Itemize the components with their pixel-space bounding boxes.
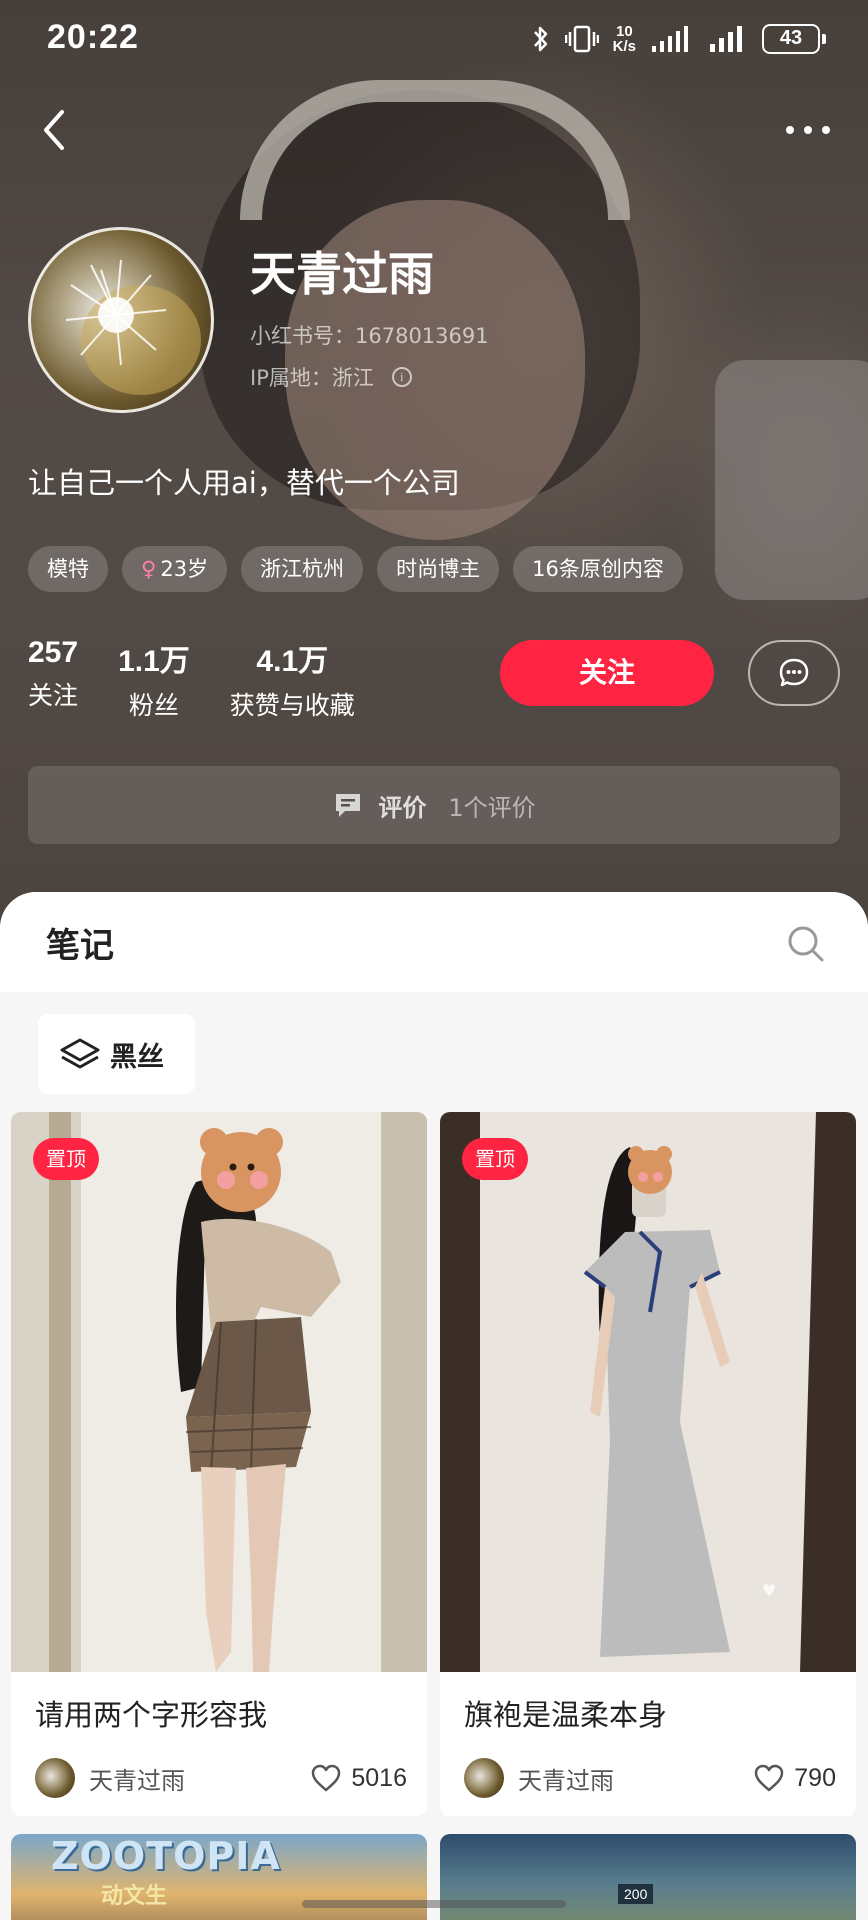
tag-age[interactable]: ♀ 23岁: [122, 546, 228, 592]
follow-button[interactable]: 关注: [500, 640, 714, 706]
tag-occupation[interactable]: 模特: [28, 546, 108, 592]
zootopia-logo: ZOOTOPIA: [51, 1834, 281, 1878]
red-id[interactable]: 小红书号：1678013691: [250, 320, 489, 350]
battery-indicator: 43: [762, 24, 826, 54]
notes-tab-bar: 笔记: [0, 892, 868, 992]
signal-icon: [652, 26, 688, 52]
search-icon: [788, 926, 824, 962]
back-button[interactable]: [32, 100, 82, 160]
author-avatar[interactable]: [464, 1758, 504, 1798]
search-button[interactable]: [784, 922, 828, 966]
avatar[interactable]: [28, 227, 214, 413]
layers-icon: [60, 1038, 100, 1069]
vibrate-icon: [564, 25, 599, 53]
pinned-badge: 置顶: [33, 1138, 99, 1180]
note-title: 请用两个字形容我: [35, 1698, 268, 1732]
author-name[interactable]: 天青过雨: [518, 1761, 752, 1796]
review-bar[interactable]: 评价 1个评价: [28, 766, 840, 844]
review-count: 1个评价: [448, 793, 536, 822]
tab-notes[interactable]: 笔记: [46, 918, 114, 967]
signal-icon: [710, 26, 742, 52]
ip-location-text: IP属地：浙江: [250, 366, 374, 390]
message-button[interactable]: [748, 640, 840, 706]
note-title: 旗袍是温柔本身: [464, 1698, 668, 1732]
nickname: 天青过雨: [250, 247, 434, 301]
status-time: 20:22: [47, 18, 139, 56]
tag-role[interactable]: 时尚博主: [377, 546, 500, 592]
chevron-left-icon: [44, 110, 64, 150]
note-card[interactable]: ♥ 置顶 旗袍是温柔本身 天青过雨 790: [440, 1112, 856, 1816]
profile-tags: 模特 ♀ 23岁 浙江杭州 时尚博主 16条原创内容: [28, 546, 683, 592]
author-name[interactable]: 天青过雨: [89, 1761, 309, 1796]
tag-location[interactable]: 浙江杭州: [241, 546, 364, 592]
more-button[interactable]: [778, 110, 838, 150]
svg-text:♥: ♥: [762, 1581, 776, 1600]
collection-label: 黑丝: [110, 1041, 164, 1073]
author-avatar[interactable]: [35, 1758, 75, 1798]
status-icons: 10 K/s 43: [531, 23, 826, 55]
stat-followers[interactable]: 1.1万 粉丝: [118, 636, 190, 722]
home-indicator[interactable]: [302, 1900, 566, 1908]
zootopia-subtitle: 动文生: [101, 1884, 168, 1909]
review-label: 评价: [378, 793, 427, 822]
pinned-badge: 置顶: [462, 1138, 528, 1180]
female-icon: ♀: [141, 557, 157, 581]
tag-original-content[interactable]: 16条原创内容: [513, 546, 683, 592]
note-cover-image: 置顶: [11, 1112, 427, 1672]
chat-bubble-icon: [779, 658, 809, 687]
ip-location: IP属地：浙江 i: [250, 362, 412, 392]
note-footer: 天青过雨 5016: [35, 1758, 407, 1798]
like-count: 790: [794, 1763, 836, 1792]
bluetooth-icon: [533, 26, 547, 52]
avatar-image: [65, 259, 201, 395]
stat-following[interactable]: 257 关注: [28, 636, 78, 722]
bio: 让自己一个人用ai，替代一个公司: [28, 466, 460, 500]
net-speed: 10 K/s: [612, 23, 636, 55]
heart-icon[interactable]: [309, 1761, 343, 1795]
profile-stats: 257 关注 1.1万 粉丝 4.1万 获赞与收藏: [28, 636, 355, 722]
bus-number: 200: [618, 1884, 654, 1904]
status-bar: 20:22 10 K/s 43: [0, 0, 868, 80]
stat-likes-collects[interactable]: 4.1万 获赞与收藏: [230, 636, 355, 722]
more-dots-icon: [786, 126, 830, 134]
note-cover-image: ♥ 置顶: [440, 1112, 856, 1672]
note-footer: 天青过雨 790: [464, 1758, 836, 1798]
profile-header: 20:22 10 K/s 43 天青过雨 小红书号：1678013691 IP属…: [0, 0, 868, 960]
notes-sheet: 笔记 黑丝 置顶 请用两个字形容我 天青过雨 5016 ♥ 置顶 旗袍是温柔本身…: [0, 892, 868, 1920]
like-count: 5016: [351, 1763, 407, 1792]
heart-icon[interactable]: [752, 1761, 786, 1795]
comment-icon: [336, 794, 361, 817]
note-card[interactable]: 置顶 请用两个字形容我 天青过雨 5016: [11, 1112, 427, 1816]
collection-chip[interactable]: 黑丝: [38, 1014, 195, 1094]
info-icon[interactable]: i: [391, 367, 412, 387]
